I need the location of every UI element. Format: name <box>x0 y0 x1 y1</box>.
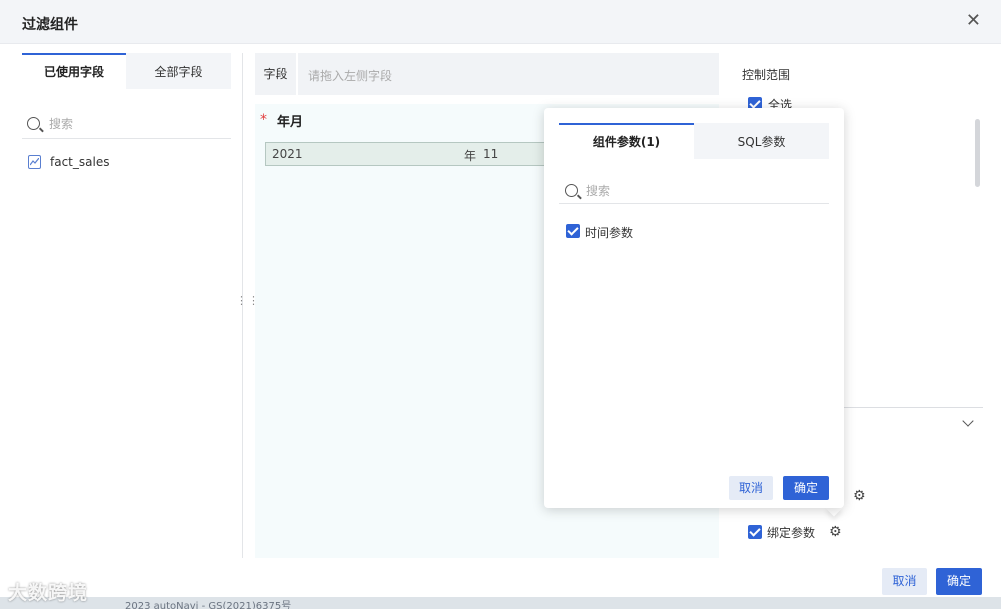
tab-used-fields[interactable]: 已使用字段 <box>22 53 126 89</box>
filter-component-dialog: 过滤组件 ✕ 已使用字段 全部字段 搜索 fact_sales ⋮⋮ 字段 请拖… <box>0 0 1001 609</box>
year-unit: 年 <box>464 149 477 163</box>
popover-cancel-button[interactable]: 取消 <box>729 476 773 500</box>
field-search-input[interactable]: 搜索 <box>22 109 231 139</box>
param-label: 时间参数 <box>585 226 634 240</box>
map-attribution: 2023 autoNavi - GS(2021)6375号 <box>125 601 292 609</box>
bind-params-label: 绑定参数 <box>767 526 816 540</box>
confirm-button[interactable]: 确定 <box>936 568 982 595</box>
bind-params-checkbox[interactable] <box>748 525 762 539</box>
select-underline <box>843 407 983 408</box>
preview-title: 年月 <box>277 115 304 130</box>
field-label: fact_sales <box>50 155 110 169</box>
field-tabs: 已使用字段 全部字段 <box>22 53 231 89</box>
search-icon <box>27 117 40 130</box>
tab-component-params[interactable]: 组件参数(1) <box>559 123 694 159</box>
tab-sql-params[interactable]: SQL参数 <box>694 123 829 159</box>
time-param-checkbox[interactable] <box>566 224 580 238</box>
gear-icon[interactable]: ⚙ <box>853 489 867 503</box>
field-search-placeholder: 搜索 <box>49 117 74 131</box>
line-chart-icon <box>28 155 41 169</box>
search-icon <box>565 184 578 197</box>
param-binding-popover: 组件参数(1) SQL参数 搜索 时间参数 取消 确定 <box>544 108 844 508</box>
field-list-panel: 已使用字段 全部字段 搜索 fact_sales <box>22 53 231 558</box>
required-mark: * <box>260 112 267 128</box>
param-tabs: 组件参数(1) SQL参数 <box>559 123 829 159</box>
field-drop-zone[interactable]: 字段 请拖入左侧字段 <box>255 53 719 95</box>
popover-confirm-button[interactable]: 确定 <box>783 476 829 500</box>
cancel-button[interactable]: 取消 <box>882 568 927 595</box>
dialog-header: 过滤组件 ✕ <box>0 0 1001 44</box>
control-scope-title: 控制范围 <box>742 68 791 82</box>
scrollbar[interactable] <box>975 119 980 187</box>
dialog-title: 过滤组件 <box>22 17 78 33</box>
chevron-down-icon[interactable] <box>962 415 974 427</box>
close-icon[interactable]: ✕ <box>966 12 981 30</box>
bind-params-gear-icon[interactable]: ⚙ <box>829 525 843 539</box>
month-value: 11 <box>483 147 499 161</box>
watermark-logo: 大数跨境 <box>8 582 89 604</box>
param-search-input[interactable]: 搜索 <box>559 176 829 204</box>
year-month-selector[interactable]: 2021 年 11 <box>265 142 565 166</box>
drag-handle-icon[interactable]: ⋮⋮ <box>236 295 259 314</box>
field-drop-placeholder: 请拖入左侧字段 <box>308 69 393 83</box>
year-value: 2021 <box>272 147 303 161</box>
tab-all-fields[interactable]: 全部字段 <box>126 53 231 89</box>
param-search-placeholder: 搜索 <box>586 184 611 198</box>
field-label-cell: 字段 <box>255 53 298 95</box>
